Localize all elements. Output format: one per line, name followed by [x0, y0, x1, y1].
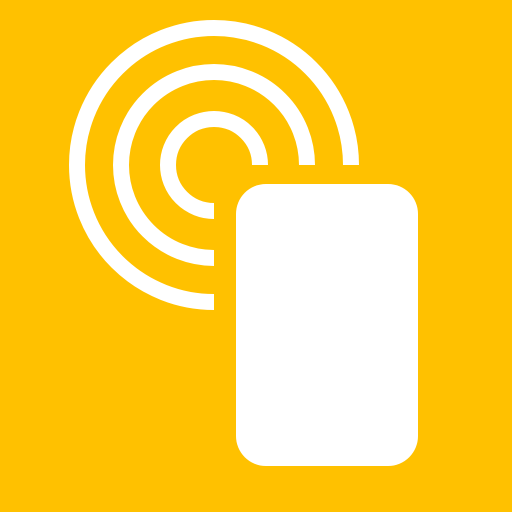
phone-card-shape — [236, 184, 418, 466]
nfc-tap-icon — [0, 0, 512, 512]
app-icon-tile[interactable] — [0, 0, 512, 512]
